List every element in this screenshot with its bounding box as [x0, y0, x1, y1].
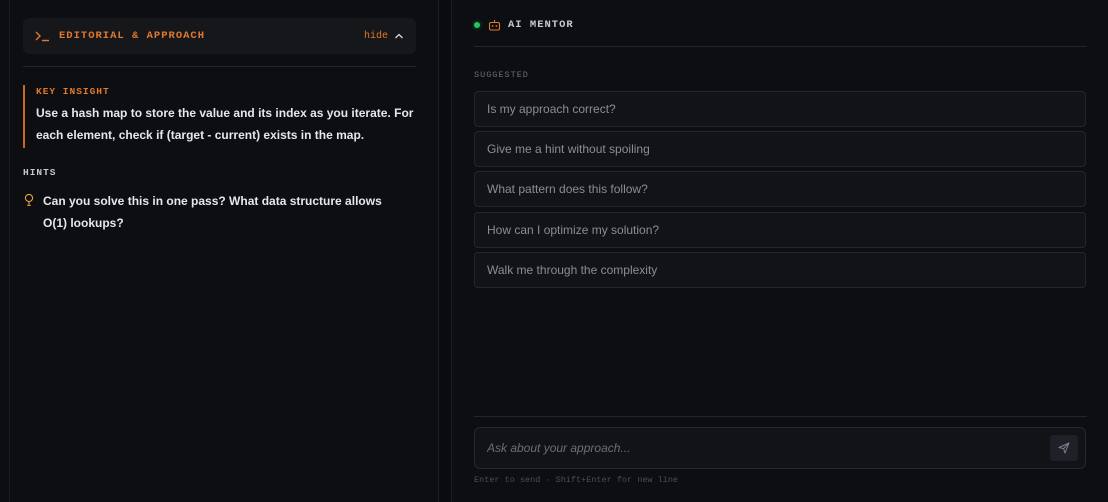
mentor-title: AI MENTOR — [508, 19, 574, 31]
editorial-title: EDITORIAL & APPROACH — [59, 30, 206, 42]
editorial-panel: EDITORIAL & APPROACH hide KEY INSIGHT Us… — [0, 0, 439, 502]
panel-edge-divider — [9, 0, 10, 502]
bot-icon — [488, 20, 501, 31]
editorial-header[interactable]: EDITORIAL & APPROACH hide — [23, 18, 416, 54]
suggestion-button[interactable]: How can I optimize my solution? — [474, 212, 1086, 248]
hint-text: Can you solve this in one pass? What dat… — [43, 194, 382, 230]
key-insight-block: KEY INSIGHT Use a hash map to store the … — [23, 85, 416, 148]
lightbulb-icon — [24, 193, 34, 206]
send-button[interactable] — [1050, 435, 1078, 461]
app-root: EDITORIAL & APPROACH hide KEY INSIGHT Us… — [0, 0, 1108, 502]
input-help-text: Enter to send · Shift+Enter for new line — [474, 475, 679, 485]
section-divider — [23, 66, 416, 67]
key-insight-text: Use a hash map to store the value and it… — [36, 106, 414, 142]
ask-input[interactable] — [487, 441, 1050, 455]
suggestion-button[interactable]: Give me a hint without spoiling — [474, 131, 1086, 167]
mentor-header: AI MENTOR — [474, 15, 574, 35]
suggested-label: SUGGESTED — [474, 70, 529, 80]
hide-label: hide — [363, 30, 388, 42]
online-status-dot — [474, 22, 480, 28]
hints-heading: HINTS — [23, 167, 57, 178]
suggestion-button[interactable]: What pattern does this follow? — [474, 171, 1086, 207]
chevron-up-icon — [395, 33, 403, 39]
panel-gap — [439, 0, 451, 502]
suggestion-button[interactable]: Is my approach correct? — [474, 91, 1086, 127]
header-divider — [474, 46, 1087, 47]
chat-input-box — [474, 427, 1086, 469]
input-divider — [474, 416, 1087, 417]
hide-toggle-button[interactable]: hide — [364, 31, 404, 42]
send-icon — [1058, 442, 1070, 454]
key-insight-label: KEY INSIGHT — [36, 86, 110, 97]
terminal-prompt-icon — [35, 31, 49, 42]
hint-item: Can you solve this in one pass? What dat… — [23, 190, 416, 234]
suggestion-button[interactable]: Walk me through the complexity — [474, 252, 1086, 288]
ai-mentor-panel: AI MENTOR SUGGESTED Is my approach corre… — [451, 0, 1108, 502]
